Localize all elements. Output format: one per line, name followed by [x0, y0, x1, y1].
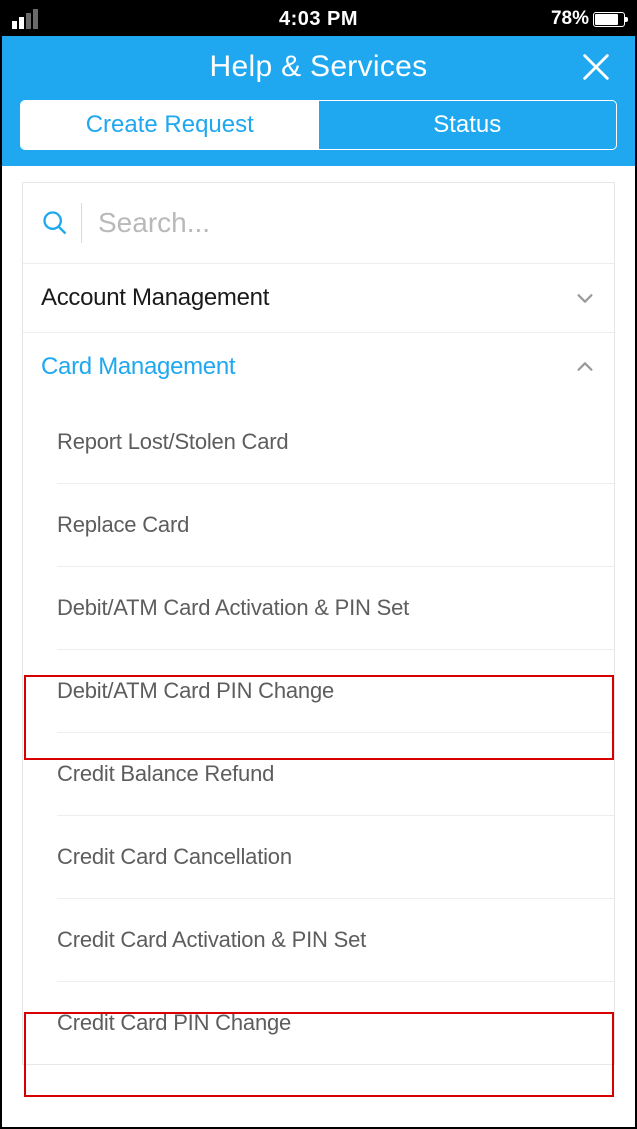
sub-item-credit-activation-pin-set[interactable]: Credit Card Activation & PIN Set: [57, 898, 614, 981]
chevron-up-icon: [574, 356, 596, 378]
tab-status[interactable]: Status: [319, 101, 617, 149]
sub-item-credit-pin-change[interactable]: Credit Card PIN Change: [57, 981, 614, 1064]
sub-item-credit-balance-refund[interactable]: Credit Balance Refund: [57, 732, 614, 815]
tab-create-request[interactable]: Create Request: [21, 101, 319, 149]
page-title: Help & Services: [2, 50, 635, 84]
sub-item-report-lost-stolen[interactable]: Report Lost/Stolen Card: [57, 401, 614, 483]
sub-item-debit-activation-pin-set[interactable]: Debit/ATM Card Activation & PIN Set: [57, 566, 614, 649]
sub-item-credit-cancellation[interactable]: Credit Card Cancellation: [57, 815, 614, 898]
app-header: Help & Services Create Request Status: [2, 36, 635, 166]
category-account-management[interactable]: Account Management: [23, 263, 614, 332]
search-icon: [41, 209, 69, 237]
search-row[interactable]: [23, 183, 614, 263]
sub-item-debit-pin-change[interactable]: Debit/ATM Card PIN Change: [57, 649, 614, 732]
category-card-management[interactable]: Card Management: [23, 332, 614, 401]
battery-icon: [593, 12, 625, 27]
chevron-down-icon: [574, 287, 596, 309]
status-bar: 4:03 PM 78%: [2, 2, 635, 36]
card-management-items: Report Lost/Stolen Card Replace Card Deb…: [23, 401, 614, 1064]
status-time: 4:03 PM: [2, 8, 635, 31]
sub-item-replace-card[interactable]: Replace Card: [57, 483, 614, 566]
category-label: Account Management: [41, 284, 269, 312]
search-input[interactable]: [81, 203, 596, 243]
tab-bar: Create Request Status: [20, 100, 617, 150]
category-label: Card Management: [41, 353, 235, 381]
close-icon[interactable]: [579, 50, 613, 84]
